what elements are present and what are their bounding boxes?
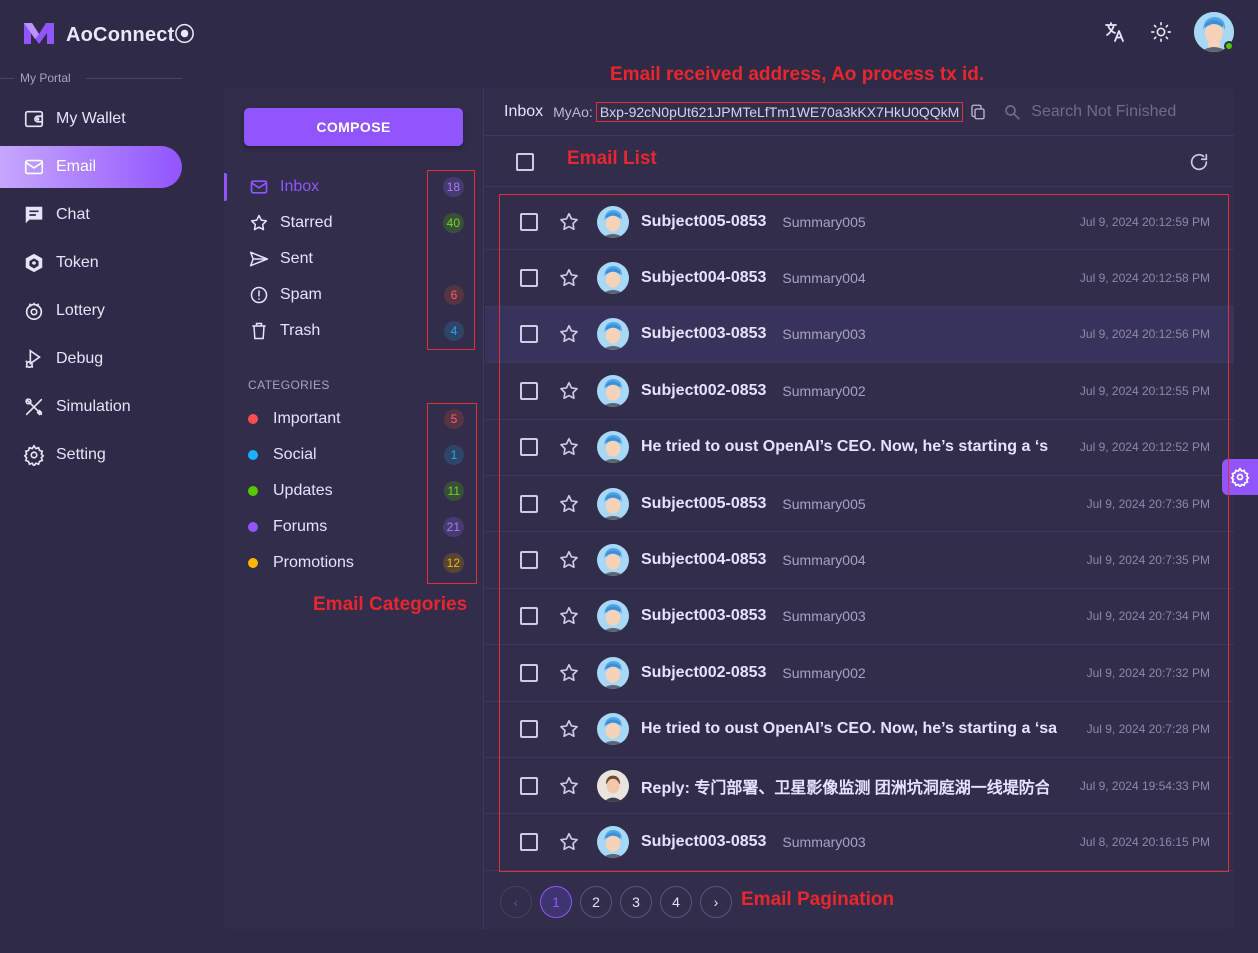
sidebar-item-label: Chat (56, 206, 90, 223)
pagination-page-2[interactable]: 2 (580, 886, 612, 918)
folder-label: Starred (280, 214, 333, 231)
online-status-dot (1224, 41, 1234, 51)
sun-icon[interactable] (1148, 19, 1174, 45)
category-dot (248, 558, 258, 568)
compose-button[interactable]: COMPOSE (244, 108, 463, 146)
gear-icon (22, 443, 46, 467)
sidebar-item-label: Email (56, 158, 97, 175)
sidebar-item-debug[interactable]: Debug (0, 338, 182, 380)
category-label: Updates (273, 482, 333, 499)
sidebar-nav: My Wallet Email Chat Token Lottery Debug (0, 98, 182, 482)
select-all-checkbox[interactable] (516, 153, 534, 171)
app-name: AoConnect⦿ (66, 24, 195, 46)
wallet-icon (22, 107, 46, 131)
alert-circle-icon (248, 284, 270, 306)
sidebar-item-label: Debug (56, 350, 104, 367)
pagination-page-4[interactable]: 4 (660, 886, 692, 918)
folder-label: Trash (280, 322, 321, 339)
annotation-categories: Email Categories (313, 594, 468, 615)
token-icon (22, 251, 46, 275)
annotation-address: Email received address, Ao process tx id… (610, 64, 985, 85)
categories-title: CATEGORIES (248, 378, 330, 392)
annotation-box-category-counts (427, 403, 477, 584)
sidebar-item-chat[interactable]: Chat (0, 194, 182, 236)
inbox-header: Inbox MyAo: Bxp-92cN0pUt621JPMTeLfTm1WE7… (485, 88, 1234, 136)
annotation-box-email-list (499, 194, 1229, 872)
send-icon (248, 248, 270, 270)
category-dot (248, 486, 258, 496)
category-label: Important (273, 410, 341, 427)
tools-icon (22, 395, 46, 419)
folder-label: Inbox (280, 178, 320, 195)
annotation-email-list: Email List (567, 148, 657, 169)
sidebar-item-label: Setting (56, 446, 106, 463)
logo-mark-icon (22, 20, 56, 46)
sidebar-item-label: Simulation (56, 398, 131, 415)
folder-label: Spam (280, 286, 322, 303)
mail-icon (248, 176, 270, 198)
search-box (1003, 102, 1232, 121)
annotation-box-folder-counts (427, 170, 475, 350)
sidebar-item-label: My Wallet (56, 110, 126, 127)
pagination-prev-button[interactable]: ‹ (500, 886, 532, 918)
sidebar-item-token[interactable]: Token (0, 242, 182, 284)
category-label: Promotions (273, 554, 354, 571)
ao-address: Bxp-92cN0pUt621JPMTeLfTm1WE70a3kKX7HkU0Q… (595, 101, 964, 122)
refresh-icon[interactable] (1188, 151, 1210, 173)
category-dot (248, 450, 258, 460)
mail-icon (22, 155, 46, 179)
pagination: ‹ 1 2 3 4 › (500, 886, 732, 918)
gear-icon (1230, 467, 1250, 487)
sidebar-item-simulation[interactable]: Simulation (0, 386, 182, 428)
bug-icon (22, 347, 46, 371)
inbox-title: Inbox (504, 102, 544, 120)
chat-icon (22, 203, 46, 227)
folder-label: Sent (280, 250, 313, 267)
category-label: Forums (273, 518, 328, 535)
sidebar-item-setting[interactable]: Setting (0, 434, 182, 476)
translate-icon[interactable] (1102, 19, 1128, 45)
trash-icon (248, 320, 270, 342)
category-dot (248, 522, 258, 532)
category-dot (248, 414, 258, 424)
nav-section-header: My Portal (0, 70, 182, 86)
sidebar-item-email[interactable]: Email (0, 146, 182, 188)
pagination-page-1[interactable]: 1 (540, 886, 572, 918)
copy-icon[interactable] (969, 103, 987, 121)
star-icon (248, 212, 270, 234)
sidebar-item-label: Lottery (56, 302, 105, 319)
address-label: MyAo: (553, 103, 593, 120)
annotation-pagination: Email Pagination (741, 889, 895, 910)
sidebar-item-label: Token (56, 254, 99, 271)
sidebar-item-my-wallet[interactable]: My Wallet (0, 98, 182, 140)
category-label: Social (273, 446, 317, 463)
lottery-icon (22, 299, 46, 323)
sidebar-item-lottery[interactable]: Lottery (0, 290, 182, 332)
user-avatar[interactable] (1194, 12, 1234, 52)
search-input[interactable] (1031, 102, 1232, 121)
nav-section-label: My Portal (20, 71, 71, 85)
pagination-next-button[interactable]: › (700, 886, 732, 918)
pagination-page-3[interactable]: 3 (620, 886, 652, 918)
search-icon (1003, 103, 1021, 121)
app-logo[interactable]: AoConnect⦿ (22, 18, 195, 47)
